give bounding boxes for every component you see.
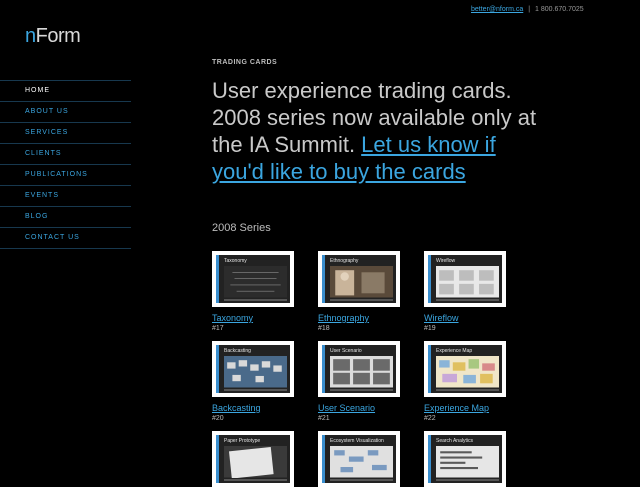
card-number: #17 [212, 325, 224, 332]
card-thumbnail[interactable]: User Scenario [318, 341, 400, 397]
card-number: #19 [424, 325, 436, 332]
card-strip [322, 345, 325, 393]
nav-item-home[interactable]: HOME [0, 80, 131, 101]
card-thumb-title: User Scenario [330, 348, 362, 354]
card-wireflow: Wireflow Wireflow #19 [424, 251, 506, 332]
card-thumbnail[interactable]: Wireflow [424, 251, 506, 307]
backcasting-art [224, 356, 287, 388]
card-footer [224, 299, 287, 301]
wireflow-art [436, 266, 499, 298]
nav-item-publications[interactable]: PUBLICATIONS [0, 164, 131, 185]
card-thumb-title: Backcasting [224, 348, 251, 354]
card-footer [436, 299, 499, 301]
card-backcasting: Backcasting Backcasting #20 [212, 341, 294, 422]
card-footer [330, 299, 393, 301]
ethnography-art [330, 266, 393, 298]
card-ethnography: Ethnography Ethnography #18 [318, 251, 400, 332]
paper-prototype-art [224, 446, 287, 478]
card-thumb-title: Experience Map [436, 348, 473, 354]
card-footer [436, 479, 499, 481]
section-label: TRADING CARDS [212, 59, 278, 66]
card-footer [330, 479, 393, 481]
card-thumbnail[interactable]: Taxonomy [212, 251, 294, 307]
user-scenario-art [330, 356, 393, 388]
card-user-scenario: User Scenario User Scenario #21 [318, 341, 400, 422]
card-footer [436, 389, 499, 391]
card-link-wireflow[interactable]: Wireflow [424, 313, 506, 323]
card-image: Taxonomy [216, 255, 290, 303]
card-ecosystem-visualization: Ecosystem Visualization [318, 431, 400, 487]
nav-item-contact-us[interactable]: CONTACT US [0, 227, 131, 248]
page-headline: User experience trading cards. 2008 seri… [212, 77, 542, 185]
phone-number: 1 800.670.7025 [534, 6, 584, 13]
card-strip [216, 345, 219, 393]
email-link[interactable]: better@nform.ca [471, 6, 523, 13]
contact-separator: | [528, 6, 531, 13]
card-strip [428, 435, 431, 483]
card-paper-prototype: Paper Prototype [212, 431, 294, 487]
card-thumb-title: Taxonomy [224, 258, 247, 264]
card-strip [322, 255, 325, 303]
card-experience-map: Experience Map Experience Map #22 [424, 341, 506, 422]
nav-item-clients[interactable]: CLIENTS [0, 143, 131, 164]
card-footer [224, 389, 287, 391]
card-number: #18 [318, 325, 330, 332]
series-title: 2008 Series [212, 222, 271, 234]
card-strip [428, 345, 431, 393]
nav-item-events[interactable]: EVENTS [0, 185, 131, 206]
card-strip [216, 255, 219, 303]
card-thumbnail[interactable]: Backcasting [212, 341, 294, 397]
card-image: Search Analytics [428, 435, 502, 483]
card-thumb-title: Search Analytics [436, 438, 473, 444]
card-strip [428, 255, 431, 303]
search-analytics-art [436, 446, 499, 478]
card-thumbnail[interactable]: Ecosystem Visualization [318, 431, 400, 487]
main-nav: HOME ABOUT US SERVICES CLIENTS PUBLICATI… [0, 80, 131, 249]
card-image: Backcasting [216, 345, 290, 393]
card-thumbnail[interactable]: Paper Prototype [212, 431, 294, 487]
card-thumb-title: Paper Prototype [224, 438, 261, 444]
ecosystem-visualization-art [330, 446, 393, 478]
nav-divider [0, 248, 131, 249]
card-strip [216, 435, 219, 483]
card-link-ethnography[interactable]: Ethnography [318, 313, 400, 323]
nav-item-about-us[interactable]: ABOUT US [0, 101, 131, 122]
card-link-user-scenario[interactable]: User Scenario [318, 403, 400, 413]
taxonomy-art [224, 266, 287, 298]
card-search-analytics: Search Analytics [424, 431, 506, 487]
card-image: Paper Prototype [216, 435, 290, 483]
nav-item-blog[interactable]: BLOG [0, 206, 131, 227]
card-thumb-title: Ecosystem Visualization [330, 438, 384, 444]
card-footer [330, 389, 393, 391]
card-thumb-title: Wireflow [436, 258, 456, 264]
card-image: Wireflow [428, 255, 502, 303]
card-image: Ecosystem Visualization [322, 435, 396, 483]
card-number: #22 [424, 415, 436, 422]
contact-bar: better@nform.ca | 1 800.670.7025 [471, 6, 584, 13]
card-image: User Scenario [322, 345, 396, 393]
card-strip [322, 435, 325, 483]
logo-form: Form [35, 25, 81, 47]
card-thumbnail[interactable]: Search Analytics [424, 431, 506, 487]
card-number: #21 [318, 415, 330, 422]
card-thumb-title: Ethnography [330, 258, 359, 264]
card-link-taxonomy[interactable]: Taxonomy [212, 313, 294, 323]
card-image: Experience Map [428, 345, 502, 393]
card-footer [224, 479, 287, 481]
card-image: Ethnography [322, 255, 396, 303]
experience-map-art [436, 356, 499, 388]
card-number: #20 [212, 415, 224, 422]
nform-logo[interactable]: nForm [25, 25, 81, 48]
nav-item-services[interactable]: SERVICES [0, 122, 131, 143]
card-thumbnail[interactable]: Experience Map [424, 341, 506, 397]
card-link-backcasting[interactable]: Backcasting [212, 403, 294, 413]
card-taxonomy: Taxonomy Taxonomy #17 [212, 251, 294, 332]
card-link-experience-map[interactable]: Experience Map [424, 403, 506, 413]
card-thumbnail[interactable]: Ethnography [318, 251, 400, 307]
logo-n: n [25, 25, 36, 47]
